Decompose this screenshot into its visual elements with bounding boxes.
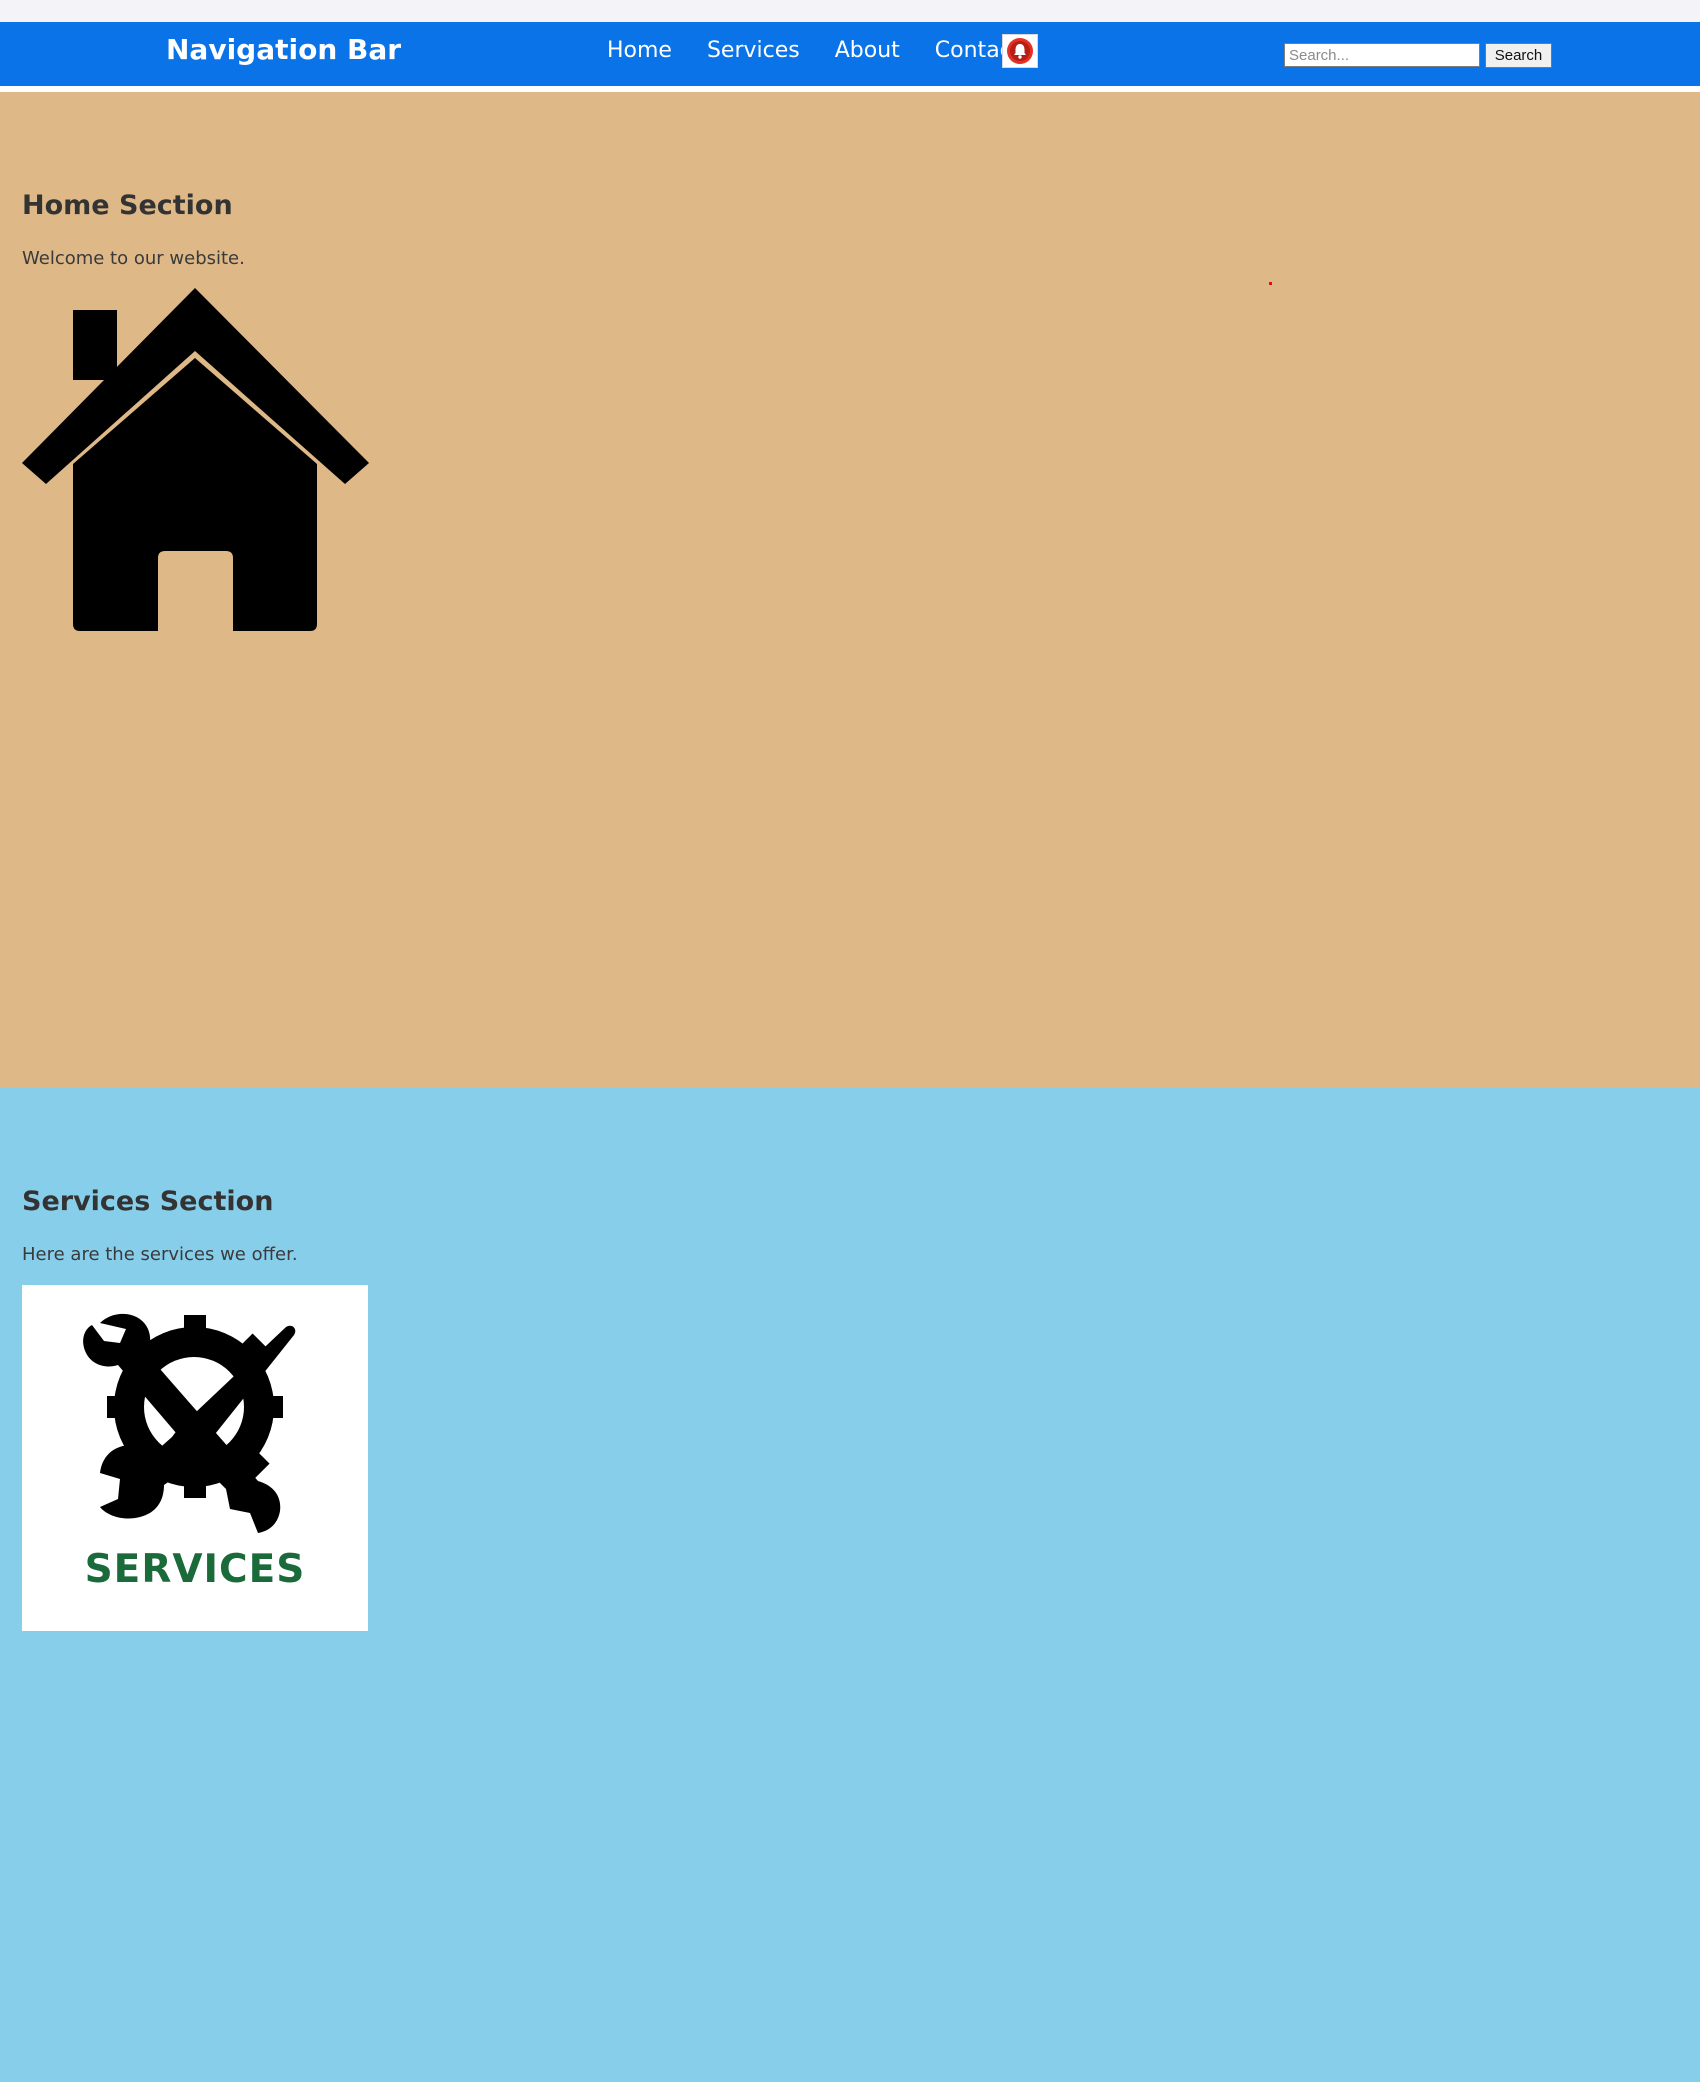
notification-button[interactable] (1002, 34, 1038, 68)
navigation-bar: Navigation Bar Home Services About Conta… (0, 22, 1700, 86)
nav-link-home[interactable]: Home (607, 40, 672, 62)
services-logo-word: SERVICES (84, 1547, 306, 1592)
services-section: Services Section Here are the services w… (0, 1088, 1700, 2082)
home-section-title: Home Section (22, 190, 233, 221)
services-section-title: Services Section (22, 1186, 274, 1217)
red-dot (1269, 282, 1272, 285)
house-icon (22, 288, 369, 631)
services-image: SERVICES (22, 1285, 368, 1631)
home-section-text: Welcome to our website. (22, 248, 245, 269)
nav-link-services[interactable]: Services (707, 40, 800, 62)
brand-title: Navigation Bar (166, 33, 402, 66)
bell-icon (1007, 38, 1033, 64)
nav-link-about[interactable]: About (835, 40, 900, 62)
search-input[interactable] (1284, 43, 1480, 67)
nav-links: Home Services About Contact (607, 40, 1055, 62)
services-section-text: Here are the services we offer. (22, 1244, 298, 1265)
search-button[interactable]: Search (1485, 43, 1552, 68)
home-section: Home Section Welcome to our website. (0, 92, 1700, 1088)
